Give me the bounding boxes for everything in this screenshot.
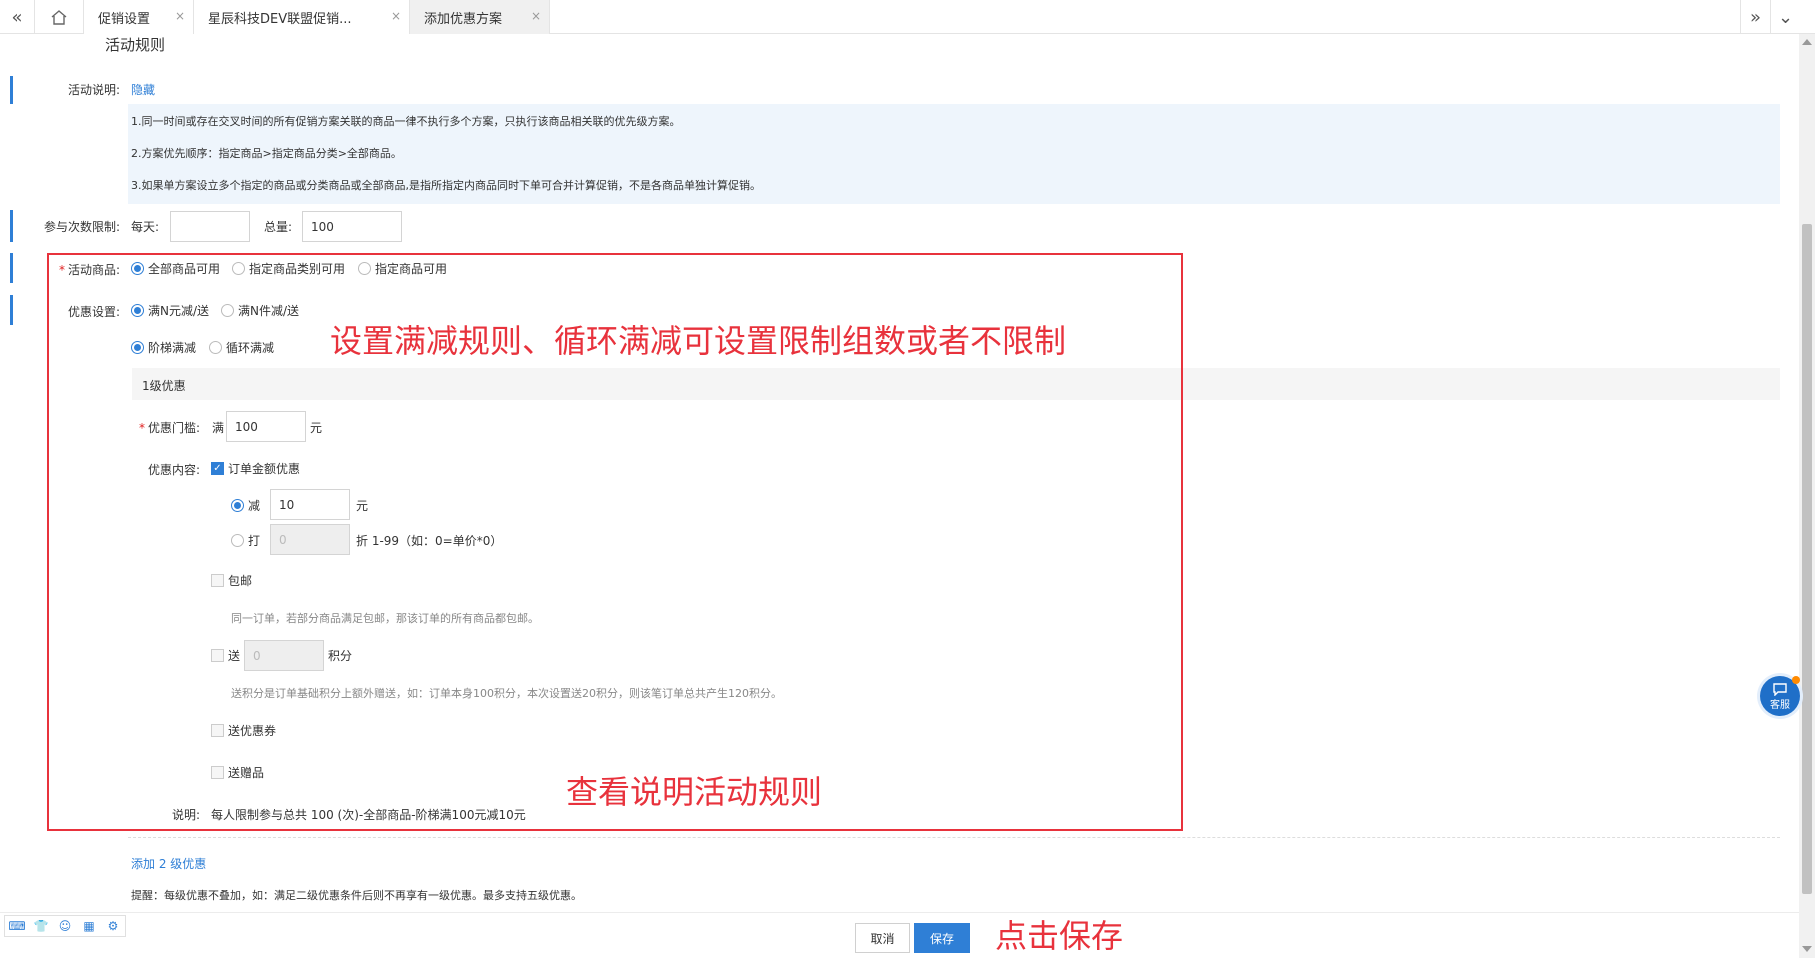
tab-label: 星辰科技DEV联盟促销... xyxy=(208,11,352,27)
customer-service-label: 客服 xyxy=(1770,699,1790,711)
home-tab[interactable] xyxy=(34,0,84,34)
annotation-rule: 设置满减规则、循环满减可设置限制组数或者不限制 xyxy=(330,322,1067,360)
description-label: 活动说明: xyxy=(67,83,120,97)
input-method-toolbar: ⌨ 👕 ☺ ▦ ⚙ xyxy=(4,915,126,937)
scroll-down-icon[interactable] xyxy=(1802,946,1812,952)
daily-limit-input[interactable] xyxy=(170,211,250,242)
tabs-next-icon[interactable]: » xyxy=(1740,0,1770,34)
rule-note: 2.方案优先顺序：指定商品>指定商品分类>全部商品。 xyxy=(131,147,402,160)
scroll-thumb[interactable] xyxy=(1802,224,1812,894)
annotation-read: 查看说明活动规则 xyxy=(566,773,823,811)
keyboard-icon[interactable]: ⌨ xyxy=(5,916,29,936)
total-limit-input[interactable]: 100 xyxy=(302,211,402,242)
tabs-prev-icon[interactable]: « xyxy=(2,0,32,34)
tab-label: 促销设置 xyxy=(98,11,151,27)
tab-add-discount-plan[interactable]: 添加优惠方案 × xyxy=(410,0,550,34)
close-icon[interactable]: × xyxy=(531,9,541,23)
rule-note: 1.同一时间或存在交叉时间的所有促销方案关联的商品一律不执行多个方案，只执行该商… xyxy=(131,115,681,128)
close-icon[interactable]: × xyxy=(175,9,185,23)
save-button[interactable]: 保存 xyxy=(914,923,970,953)
cancel-button[interactable]: 取消 xyxy=(855,923,910,953)
home-icon xyxy=(51,10,67,25)
tab-promotion-settings[interactable]: 促销设置 × xyxy=(84,0,194,34)
row-accent xyxy=(10,253,13,283)
add-level-link[interactable]: 添加 2 级优惠 xyxy=(131,855,206,872)
emoji-icon[interactable]: ☺ xyxy=(53,916,77,936)
apps-icon[interactable]: ▦ xyxy=(77,916,101,936)
close-icon[interactable]: × xyxy=(391,9,401,23)
limit-label: 参与次数限制: xyxy=(43,220,120,234)
daily-label: 每天: xyxy=(131,220,160,234)
section-title: 活动规则 xyxy=(105,36,166,54)
hide-notes-link[interactable]: 隐藏 xyxy=(131,81,155,98)
annotation-save: 点击保存 xyxy=(995,917,1124,955)
rule-note: 3.如果单方案设立多个指定的商品或分类商品或全部商品,是指所指定内商品同时下单可… xyxy=(131,179,761,192)
divider xyxy=(128,837,1780,838)
customer-service-button[interactable]: 客服 xyxy=(1760,676,1800,716)
total-label: 总量: xyxy=(264,220,293,234)
scroll-up-icon[interactable] xyxy=(1802,39,1812,45)
settings-icon[interactable]: ⚙ xyxy=(101,916,125,936)
vertical-scrollbar[interactable] xyxy=(1799,34,1815,958)
chat-icon xyxy=(1773,682,1787,696)
reminder-text: 提醒：每级优惠不叠加，如：满足二级优惠条件后则不再享有一级优惠。最多支持五级优惠… xyxy=(131,889,582,902)
page: « 促销设置 × 星辰科技DEV联盟促销... × 添加优惠方案 × » ⌄ 活… xyxy=(0,0,1815,958)
tab-label: 添加优惠方案 xyxy=(424,11,503,27)
tab-dev-union-promotion[interactable]: 星辰科技DEV联盟促销... × xyxy=(194,0,410,34)
row-accent xyxy=(10,76,13,104)
row-accent xyxy=(10,295,13,325)
tab-bar: « 促销设置 × 星辰科技DEV联盟促销... × 添加优惠方案 × » ⌄ xyxy=(0,0,1815,34)
tabs-menu-icon[interactable]: ⌄ xyxy=(1770,0,1800,34)
row-accent xyxy=(10,210,13,242)
notification-dot xyxy=(1792,676,1800,684)
rules-notes: 1.同一时间或存在交叉时间的所有促销方案关联的商品一律不执行多个方案，只执行该商… xyxy=(128,104,1780,204)
skin-icon[interactable]: 👕 xyxy=(29,916,53,936)
